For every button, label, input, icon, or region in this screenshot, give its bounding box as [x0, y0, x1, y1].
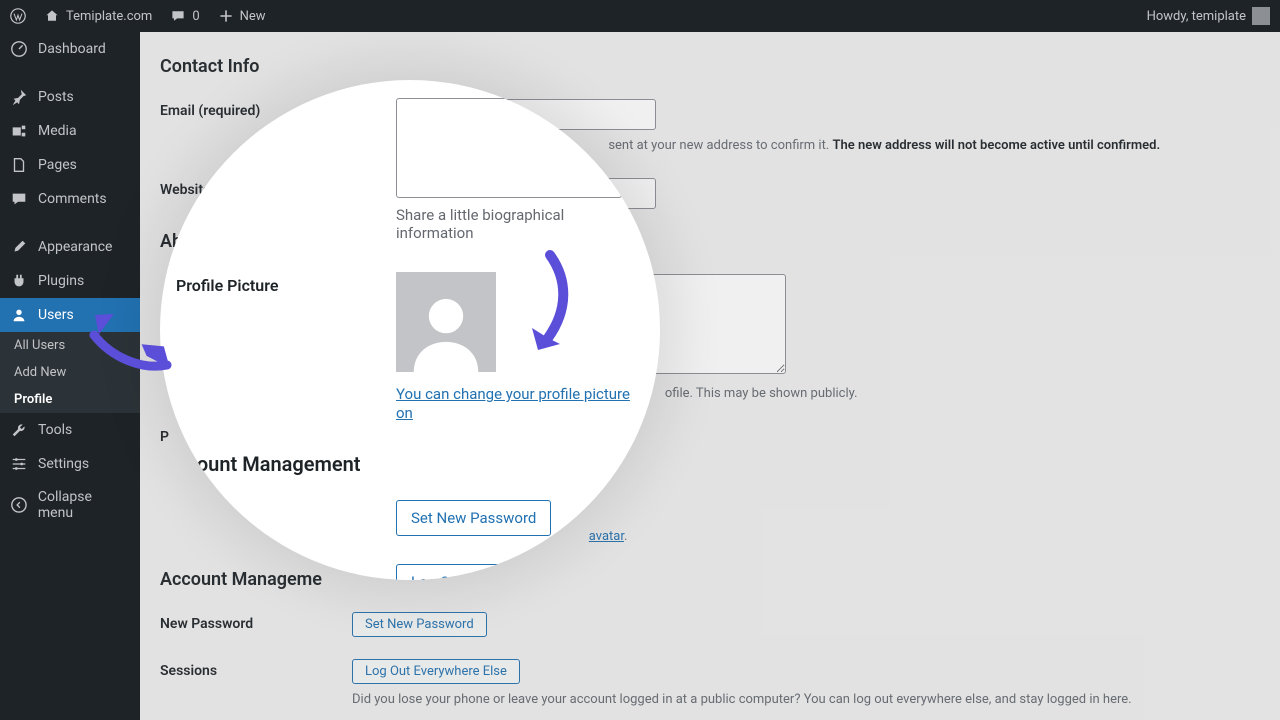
sidebar-item-label: Appearance — [38, 239, 112, 255]
collapse-icon — [10, 496, 28, 514]
home-icon — [44, 8, 60, 24]
wordpress-icon — [10, 8, 26, 24]
new-label: New — [240, 9, 266, 24]
admin-bar: Temiplate.com 0 New Howdy, temiplate — [0, 0, 1280, 32]
z-bio-textarea[interactable] — [396, 98, 622, 198]
comment-icon — [10, 190, 28, 208]
plug-icon — [10, 272, 28, 290]
submenu-profile[interactable]: Profile — [0, 386, 140, 413]
z-logout-button[interactable]: Log Out Everywh — [396, 564, 537, 580]
z-password-label: ssword — [176, 500, 396, 525]
row-newpass: New Password Set New Password — [160, 612, 1260, 637]
comment-icon — [170, 8, 186, 24]
sidebar-item-settings[interactable]: Settings — [0, 447, 140, 481]
sidebar-item-posts[interactable]: Posts — [0, 80, 140, 114]
howdy-link[interactable]: Howdy, temiplate — [1147, 7, 1270, 25]
user-icon — [10, 306, 28, 324]
sidebar-item-label: Plugins — [38, 273, 84, 289]
comments-link[interactable]: 0 — [170, 8, 199, 24]
wrench-icon — [10, 421, 28, 439]
z-picture-label: Profile Picture — [176, 272, 396, 295]
wp-logo[interactable] — [10, 8, 26, 24]
z-account-row-label: Account Manageme — [176, 564, 396, 580]
brush-icon — [10, 238, 28, 256]
howdy-text: Howdy, temiplate — [1147, 9, 1246, 24]
sidebar-item-label: Collapse menu — [38, 489, 130, 521]
z-avatar-image — [396, 272, 496, 372]
sessions-label: Sessions — [160, 659, 352, 679]
site-name: Temiplate.com — [66, 9, 152, 24]
row-sessions: Sessions Log Out Everywhere Else Did you… — [160, 659, 1260, 710]
plus-icon — [218, 8, 234, 24]
sidebar-item-label: Users — [38, 307, 74, 323]
sidebar-item-plugins[interactable]: Plugins — [0, 264, 140, 298]
sidebar-item-label: Posts — [38, 89, 74, 105]
sidebar-item-label: Settings — [38, 456, 89, 472]
newpass-label: New Password — [160, 612, 352, 632]
comments-count: 0 — [192, 9, 199, 24]
sidebar-item-pages[interactable]: Pages — [0, 148, 140, 182]
sidebar-item-label: Pages — [38, 157, 77, 173]
avatar-thumb — [1252, 7, 1270, 25]
sidebar-item-dashboard[interactable]: Dashboard — [0, 32, 140, 66]
arrow-to-profile-icon — [82, 300, 172, 380]
z-bio-desc: Share a little biographical information — [396, 206, 644, 242]
sidebar-collapse[interactable]: Collapse menu — [0, 481, 140, 529]
sidebar-item-tools[interactable]: Tools — [0, 413, 140, 447]
magnify-lens: Share a little biographical information … — [160, 80, 660, 580]
media-icon — [10, 122, 28, 140]
sidebar-item-label: Dashboard — [38, 41, 106, 57]
sidebar-item-appearance[interactable]: Appearance — [0, 230, 140, 264]
sessions-description: Did you lose your phone or leave your ac… — [352, 690, 1260, 710]
site-link[interactable]: Temiplate.com — [44, 8, 152, 24]
logout-everywhere-button[interactable]: Log Out Everywhere Else — [352, 659, 520, 684]
section-contact-info: Contact Info — [160, 56, 1260, 77]
sidebar-item-label: Media — [38, 123, 77, 139]
z-set-password-button[interactable]: Set New Password — [396, 500, 551, 536]
z-gravatar-link[interactable]: You can change your profile picture on — [396, 385, 630, 422]
arrow-curved-icon — [520, 250, 580, 360]
page-icon — [10, 156, 28, 174]
set-new-password-button[interactable]: Set New Password — [352, 612, 487, 637]
pin-icon — [10, 88, 28, 106]
dashboard-icon — [10, 40, 28, 58]
sidebar-item-media[interactable]: Media — [0, 114, 140, 148]
new-link[interactable]: New — [218, 8, 266, 24]
sidebar-item-comments[interactable]: Comments — [0, 182, 140, 216]
sidebar-item-label: Comments — [38, 191, 107, 207]
z-section-account: ccount Management — [176, 452, 644, 476]
sliders-icon — [10, 455, 28, 473]
sidebar-item-label: Tools — [38, 422, 72, 438]
